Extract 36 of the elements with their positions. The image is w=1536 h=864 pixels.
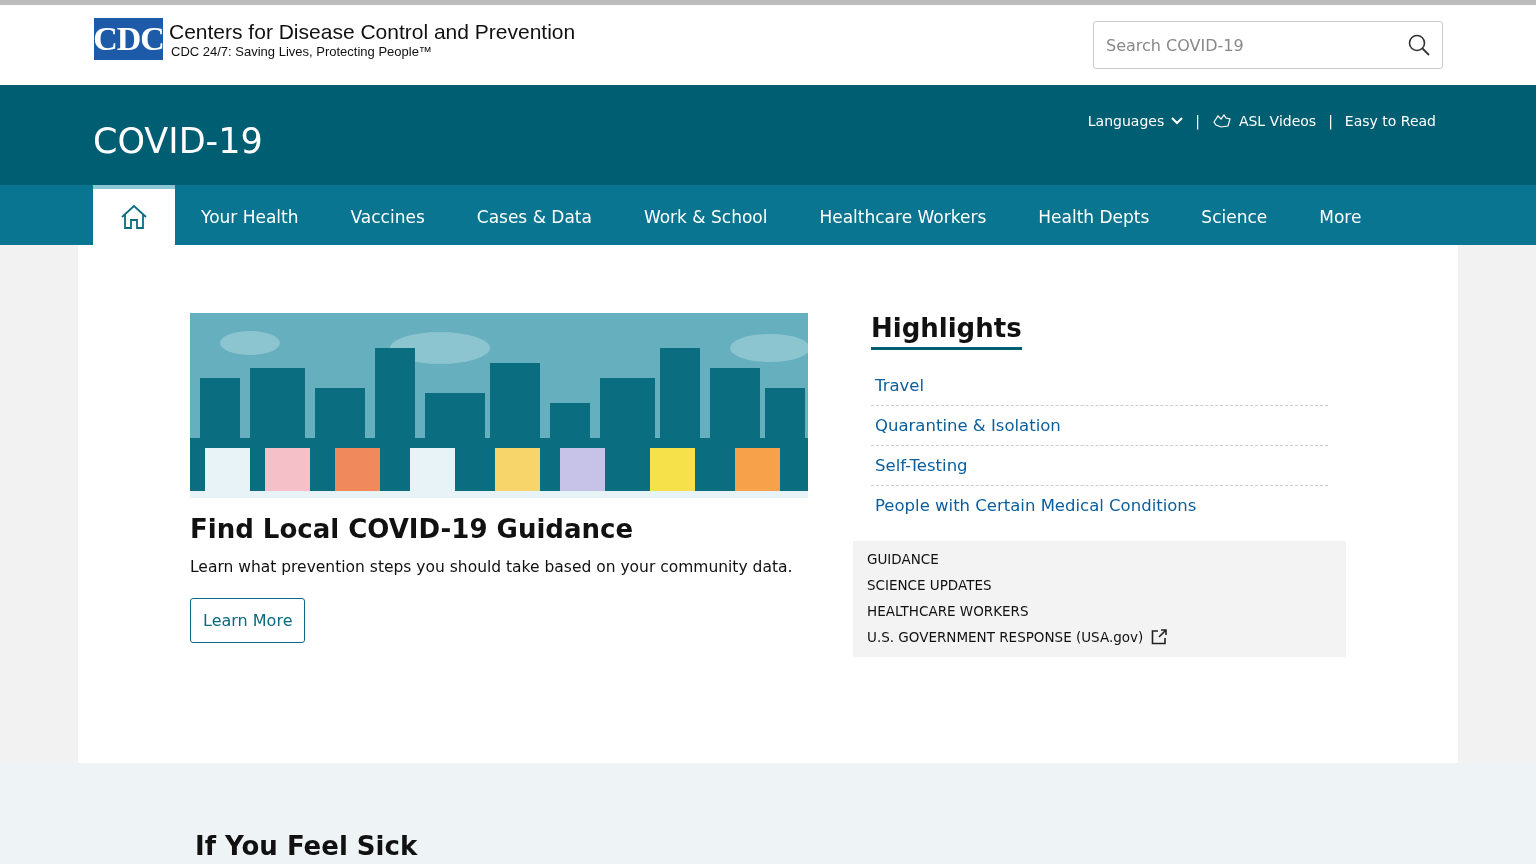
separator: |: [1194, 113, 1201, 129]
nav-tab[interactable]: Health Depts: [1012, 185, 1176, 245]
highlight-link[interactable]: People with Certain Medical Conditions: [871, 486, 1328, 525]
separator: |: [1327, 113, 1334, 129]
nav-tab[interactable]: Vaccines: [324, 185, 451, 245]
highlight-link[interactable]: Self-Testing: [871, 446, 1328, 486]
highlight-link[interactable]: Quarantine & Isolation: [871, 406, 1328, 446]
site-title: COVID-19: [93, 121, 263, 163]
feature-description: Learn what prevention steps you should take based on your community data.: [190, 558, 794, 576]
learn-more-button[interactable]: Learn More: [190, 598, 306, 643]
nav-tab[interactable]: Cases & Data: [450, 185, 618, 245]
external-link-icon: [1151, 629, 1168, 645]
section-heading: If You Feel Sick: [195, 831, 419, 861]
category-link[interactable]: GUIDANCE: [867, 551, 1332, 567]
search-icon[interactable]: [1408, 34, 1430, 56]
chevron-down-icon: [1171, 117, 1184, 125]
home-icon: [120, 204, 148, 230]
category-link[interactable]: HEALTHCARE WORKERS: [867, 603, 1332, 619]
home-tab[interactable]: [93, 185, 175, 245]
utility-link[interactable]: ASL Videos: [1211, 113, 1317, 129]
category-link[interactable]: U.S. GOVERNMENT RESPONSE (USA.gov): [867, 629, 1332, 645]
utility-link[interactable]: Easy to Read: [1344, 113, 1436, 129]
org-name: Centers for Disease Control and Prevention: [169, 19, 576, 44]
search-field[interactable]: Search COVID-19: [1093, 21, 1443, 69]
utility-link[interactable]: Languages: [1087, 113, 1184, 129]
feature-heading: Find Local COVID-19 Guidance: [190, 514, 635, 544]
nav-tab[interactable]: Your Health: [175, 185, 325, 245]
highlights-heading: Highlights: [871, 313, 1022, 350]
highlight-link[interactable]: Travel: [871, 366, 1328, 406]
tagline: CDC 24/7: Saving Lives, Protecting People™: [170, 43, 433, 59]
nav-tab[interactable]: Science: [1175, 185, 1294, 245]
cdc-logo[interactable]: CDC: [94, 18, 163, 60]
nav-tab[interactable]: Work & School: [617, 185, 794, 245]
category-link[interactable]: SCIENCE UPDATES: [867, 577, 1332, 593]
nav-tab[interactable]: More: [1293, 185, 1388, 245]
nav-tab[interactable]: Healthcare Workers: [793, 185, 1013, 245]
